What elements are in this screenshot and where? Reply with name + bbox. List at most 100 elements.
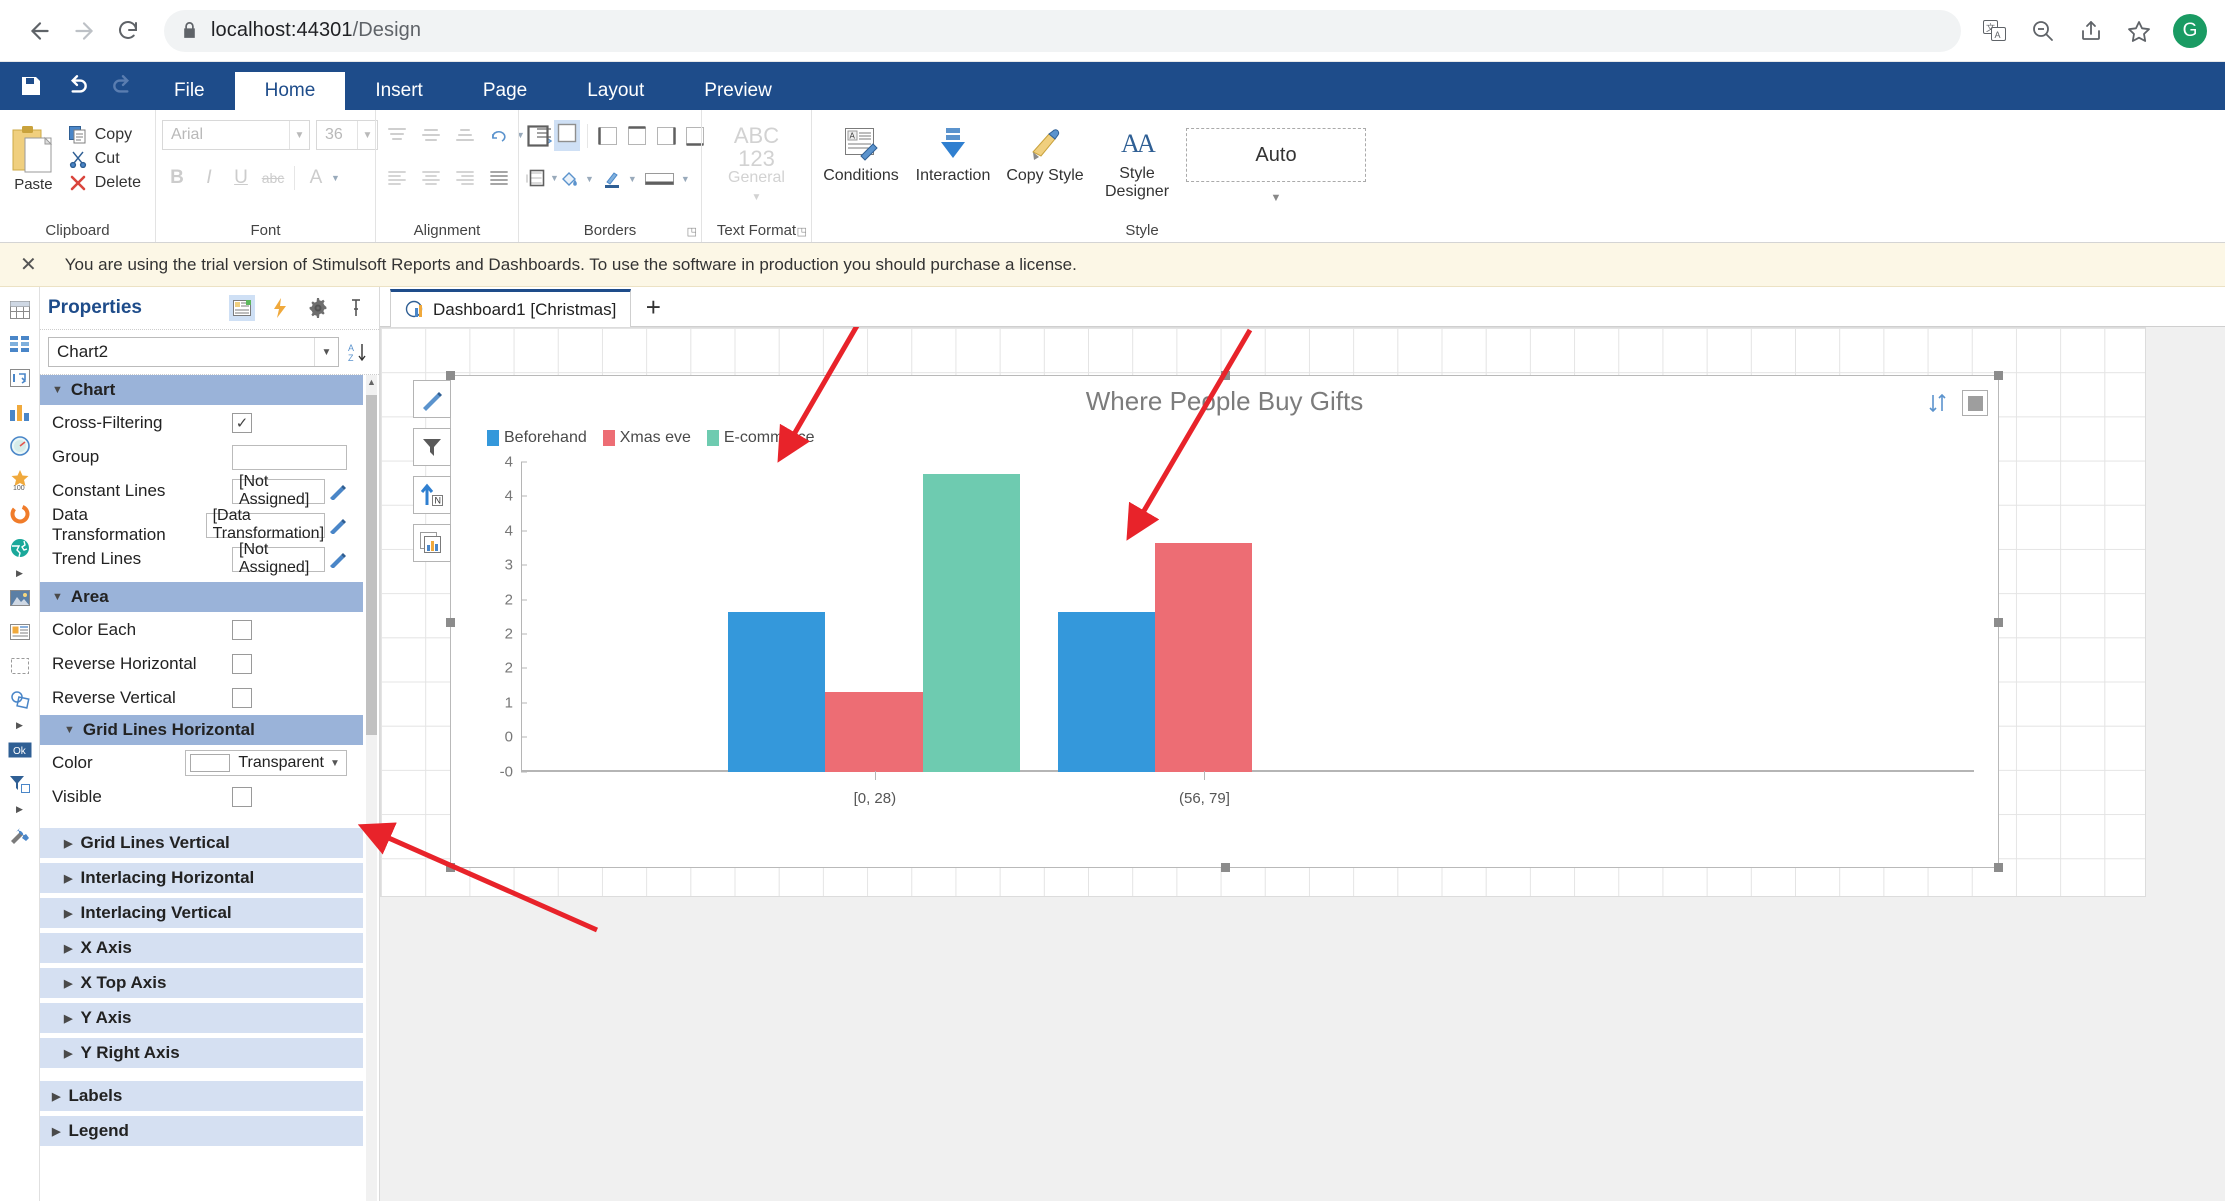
property-group-chart[interactable]: ▼ Chart xyxy=(40,375,363,406)
strikethrough-button[interactable]: abc xyxy=(258,163,288,193)
ribbon-tab-home[interactable]: Home xyxy=(234,72,346,110)
panel-icon[interactable] xyxy=(4,617,36,647)
property-group-grid-lines-horizontal[interactable]: ▼ Grid Lines Horizontal xyxy=(40,715,363,746)
property-row-group[interactable]: Group xyxy=(40,440,363,474)
form-icon[interactable] xyxy=(4,363,36,393)
filter-icon[interactable] xyxy=(413,428,451,466)
property-row-reverse-vertical[interactable]: Reverse Vertical xyxy=(40,681,363,715)
style-designer-button[interactable]: AA Style Designer xyxy=(1094,120,1180,200)
property-row-visible[interactable]: Visible xyxy=(40,780,363,814)
star-icon[interactable] xyxy=(2119,11,2159,51)
sort-toggle-icon[interactable] xyxy=(1926,391,1950,415)
delete-button[interactable]: Delete xyxy=(69,174,141,192)
property-group-interlacing-horizontal[interactable]: ▶ Interlacing Horizontal xyxy=(40,863,363,894)
image-icon[interactable] xyxy=(4,583,36,613)
chevron-down-icon[interactable]: ▼ xyxy=(752,192,762,204)
sort-n-icon[interactable]: N xyxy=(413,476,451,514)
border-top-icon[interactable] xyxy=(624,123,650,149)
legend-item-beforehand[interactable]: Beforehand xyxy=(487,429,587,447)
more-icon-3[interactable]: ▶ xyxy=(16,803,23,815)
reverse-horizontal-checkbox[interactable] xyxy=(232,654,252,674)
property-group-area[interactable]: ▼ Area xyxy=(40,582,363,613)
italic-button[interactable]: I xyxy=(194,163,224,193)
group-input[interactable] xyxy=(232,444,347,470)
bar-xmas-eve-cat1[interactable] xyxy=(825,692,923,772)
shape-icon[interactable] xyxy=(4,651,36,681)
cross-filtering-checkbox[interactable] xyxy=(232,413,252,433)
indicator-icon[interactable]: 100 xyxy=(4,465,36,495)
trend-lines-value[interactable]: [Not Assigned] xyxy=(232,541,325,576)
style-auto-selector[interactable]: Auto ▼ xyxy=(1186,120,1366,204)
ribbon-tab-insert[interactable]: Insert xyxy=(345,72,453,110)
resize-handle-br[interactable] xyxy=(1994,863,2003,872)
chevron-down-icon[interactable]: ▼ xyxy=(289,121,309,149)
align-bottom-icon[interactable] xyxy=(450,120,480,150)
filter-icon[interactable] xyxy=(4,769,36,799)
sort-az-icon[interactable]: AZ xyxy=(345,339,371,365)
text-format-preview[interactable]: ABC 123 General ▼ xyxy=(712,120,802,203)
resize-handle-tl[interactable] xyxy=(446,371,455,380)
pin-icon[interactable] xyxy=(343,295,369,321)
border-width-icon[interactable] xyxy=(640,164,680,194)
resize-handle-ml[interactable] xyxy=(446,617,455,627)
scroll-up-icon[interactable]: ▲ xyxy=(366,377,377,387)
bar-beforehand-cat2[interactable] xyxy=(1057,612,1156,772)
fullscreen-icon[interactable] xyxy=(1962,390,1988,416)
chevron-down-icon[interactable]: ▼ xyxy=(1271,192,1282,204)
border-box-icon[interactable] xyxy=(525,166,551,192)
properties-icon[interactable] xyxy=(229,295,255,321)
redo-icon[interactable] xyxy=(108,71,138,101)
map-icon[interactable] xyxy=(4,533,36,563)
property-row-constant-lines[interactable]: Constant Lines [Not Assigned] xyxy=(40,473,363,508)
align-right-icon[interactable] xyxy=(450,163,480,193)
auto-style-value[interactable]: Auto xyxy=(1186,128,1366,182)
chevron-down-icon[interactable]: ▼ xyxy=(628,174,637,184)
reload-icon[interactable] xyxy=(106,9,150,53)
translate-icon[interactable]: 文A xyxy=(1975,11,2015,51)
property-group-legend[interactable]: ▶ Legend xyxy=(40,1116,363,1147)
property-row-color-each[interactable]: Color Each xyxy=(40,613,363,647)
resize-handle-tc[interactable] xyxy=(1220,371,1230,380)
borders-dialog-launcher[interactable]: ◳ xyxy=(687,225,697,238)
bar-beforehand-cat1[interactable] xyxy=(728,612,826,772)
back-arrow-icon[interactable] xyxy=(18,9,62,53)
border-none-icon[interactable] xyxy=(554,120,580,151)
table-icon[interactable] xyxy=(4,295,36,325)
property-group-x-top-axis[interactable]: ▶ X Top Axis xyxy=(40,968,363,999)
ribbon-tab-layout[interactable]: Layout xyxy=(557,72,674,110)
resize-handle-bc[interactable] xyxy=(1220,863,1230,872)
underline-button[interactable]: U xyxy=(226,163,256,193)
property-group-labels[interactable]: ▶ Labels xyxy=(40,1081,363,1112)
object-selector[interactable]: Chart2 ▼ xyxy=(48,337,339,367)
chevron-down-icon[interactable]: ▼ xyxy=(357,121,377,149)
chevron-down-icon[interactable]: ▼ xyxy=(681,174,690,184)
resize-handle-mr[interactable] xyxy=(1994,617,2003,627)
property-group-interlacing-vertical[interactable]: ▶ Interlacing Vertical xyxy=(40,898,363,929)
resize-handle-tr[interactable] xyxy=(1994,371,2003,380)
chevron-down-icon[interactable]: ▼ xyxy=(585,174,594,184)
address-bar[interactable]: localhost:44301/Design xyxy=(164,9,1961,52)
chart-type-icon[interactable] xyxy=(413,524,451,562)
border-color-icon[interactable] xyxy=(597,164,627,194)
events-icon[interactable] xyxy=(267,295,293,321)
color-each-checkbox[interactable] xyxy=(232,620,252,640)
more-icon-1[interactable]: ▶ xyxy=(16,567,23,579)
fill-color-icon[interactable] xyxy=(554,164,584,194)
blocks-icon[interactable] xyxy=(4,329,36,359)
edit-pencil-icon[interactable] xyxy=(327,480,347,502)
bold-button[interactable]: B xyxy=(162,163,192,193)
avatar[interactable]: G xyxy=(2173,13,2207,48)
gauge-icon[interactable] xyxy=(4,431,36,461)
align-middle-icon[interactable] xyxy=(416,120,446,150)
property-row-data-transformation[interactable]: Data Transformation [Data Transformation… xyxy=(40,505,363,544)
text-format-dialog-launcher[interactable]: ◳ xyxy=(797,225,807,238)
close-icon[interactable]: ✕ xyxy=(20,252,37,277)
interaction-button[interactable]: Interaction xyxy=(910,120,996,185)
property-group-grid-lines-vertical[interactable]: ▶ Grid Lines Vertical xyxy=(40,828,363,859)
legend-item-e-commerce[interactable]: E-commerce xyxy=(706,429,815,447)
ribbon-tab-file[interactable]: File xyxy=(144,72,235,110)
align-justify-icon[interactable] xyxy=(484,163,514,193)
edit-pencil-icon[interactable] xyxy=(413,380,451,418)
constant-lines-value[interactable]: [Not Assigned] xyxy=(232,473,325,508)
forward-arrow-icon[interactable] xyxy=(62,9,106,53)
